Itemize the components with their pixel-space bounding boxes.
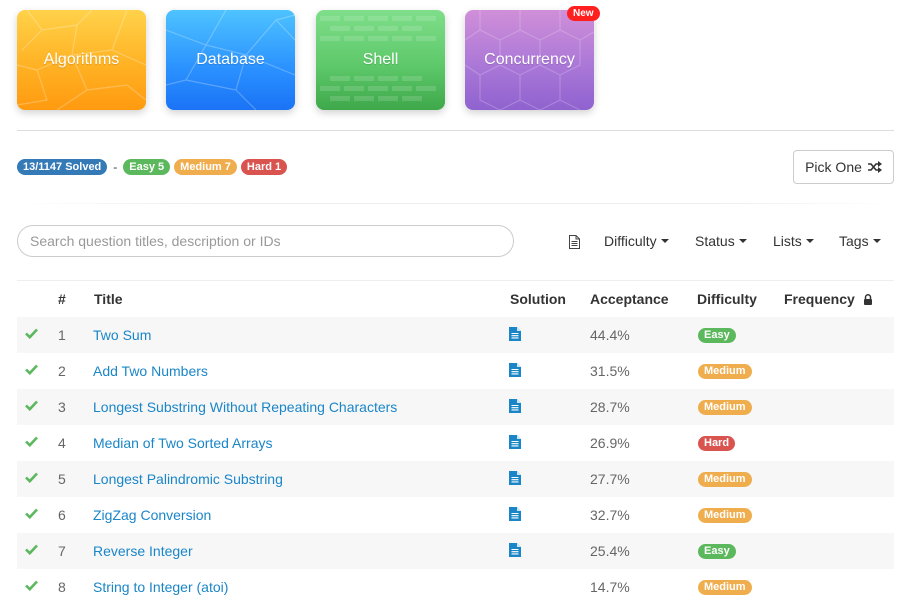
medium-count-badge: Medium 7 <box>174 159 237 175</box>
solution-icon[interactable] <box>509 435 521 449</box>
acceptance-rate: 31.5% <box>590 363 630 379</box>
problem-title-link[interactable]: Add Two Numbers <box>93 363 208 379</box>
header-frequency-label: Frequency <box>784 291 855 307</box>
problem-number: 6 <box>58 507 66 523</box>
status-filter-label: Status <box>695 233 735 249</box>
difficulty-badge: Medium <box>698 580 752 595</box>
card-shell[interactable]: Shell <box>316 10 445 110</box>
card-label: Concurrency <box>484 51 575 68</box>
solved-check-icon <box>25 580 38 591</box>
stats-separator: - <box>113 160 118 174</box>
tags-filter[interactable]: Tags <box>839 233 881 249</box>
table-row: 3 Longest Substring Without Repeating Cha… <box>17 389 894 425</box>
difficulty-badge: Medium <box>698 400 752 415</box>
problem-number: 7 <box>58 543 66 559</box>
table-row: 4 Median of Two Sorted Arrays 26.9% Hard <box>17 425 894 461</box>
card-algorithms[interactable]: Algorithms <box>17 10 146 110</box>
divider <box>17 203 894 204</box>
acceptance-rate: 27.7% <box>590 471 630 487</box>
chevron-down-icon <box>660 239 669 243</box>
problem-number: 4 <box>58 435 66 451</box>
problem-number: 8 <box>58 579 66 595</box>
lock-icon <box>863 294 872 305</box>
search-input[interactable] <box>17 225 514 257</box>
problem-title-link[interactable]: Median of Two Sorted Arrays <box>93 435 273 451</box>
chevron-down-icon <box>872 239 881 243</box>
solved-badge: 13/1147 Solved <box>17 159 108 175</box>
header-frequency: Frequency <box>784 291 873 307</box>
problem-title-link[interactable]: Two Sum <box>93 327 151 343</box>
problem-number: 2 <box>58 363 66 379</box>
difficulty-filter-label: Difficulty <box>604 233 657 249</box>
status-filter[interactable]: Status <box>695 233 747 249</box>
card-label: Shell <box>362 51 399 68</box>
difficulty-badge: Easy <box>698 544 736 559</box>
lists-filter[interactable]: Lists <box>773 233 814 249</box>
problem-title-link[interactable]: Longest Palindromic Substring <box>93 471 283 487</box>
chevron-down-icon <box>805 239 814 243</box>
acceptance-rate: 28.7% <box>590 399 630 415</box>
table-header: # Title Solution Acceptance Difficulty F… <box>17 280 894 318</box>
difficulty-badge: Hard <box>698 436 736 451</box>
new-badge: New <box>567 6 600 21</box>
acceptance-rate: 26.9% <box>590 435 630 451</box>
progress-stats: 13/1147 Solved - Easy 5 Medium 7 Hard 1 <box>17 159 288 175</box>
shuffle-icon <box>867 161 882 173</box>
table-row: 1 Two Sum 44.4% Easy <box>17 317 894 353</box>
solution-icon[interactable] <box>509 471 521 485</box>
table-row: 5 Longest Palindromic Substring 27.7% Mediu… <box>17 461 894 497</box>
problem-number: 5 <box>58 471 66 487</box>
table-row: 2 Add Two Numbers 31.5% Medium <box>17 353 894 389</box>
table-row: 8 String to Integer (atoi) 14.7% Medium <box>17 569 894 605</box>
pick-one-button[interactable]: Pick One <box>793 150 894 184</box>
problem-title-link[interactable]: Longest Substring Without Repeating Char… <box>93 399 397 415</box>
card-label: Algorithms <box>43 51 120 68</box>
solution-icon[interactable] <box>509 363 521 377</box>
easy-count-badge: Easy 5 <box>123 159 171 175</box>
solution-icon[interactable] <box>509 327 521 341</box>
difficulty-badge: Medium <box>698 472 752 487</box>
problem-number: 3 <box>58 399 66 415</box>
hard-count-badge: Hard 1 <box>240 159 288 175</box>
solved-check-icon <box>25 544 38 555</box>
header-solution[interactable]: Solution <box>510 291 566 307</box>
difficulty-badge: Medium <box>698 508 752 523</box>
problem-title-link[interactable]: Reverse Integer <box>93 543 193 559</box>
solution-icon[interactable] <box>509 543 521 557</box>
tags-filter-label: Tags <box>839 233 869 249</box>
solution-icon[interactable] <box>509 399 521 413</box>
solved-check-icon <box>25 400 38 411</box>
card-label: Database <box>196 51 265 68</box>
difficulty-badge: Easy <box>698 328 736 343</box>
solved-check-icon <box>25 472 38 483</box>
header-number[interactable]: # <box>58 291 66 307</box>
table-row: 7 Reverse Integer 25.4% Easy <box>17 533 894 569</box>
chevron-down-icon <box>738 239 747 243</box>
lists-filter-label: Lists <box>773 233 802 249</box>
solved-check-icon <box>25 364 38 375</box>
problem-number: 1 <box>58 327 66 343</box>
acceptance-rate: 25.4% <box>590 543 630 559</box>
solved-check-icon <box>25 328 38 339</box>
table-row: 6 ZigZag Conversion 32.7% Medium <box>17 497 894 533</box>
problem-title-link[interactable]: String to Integer (atoi) <box>93 579 228 595</box>
card-concurrency[interactable]: Concurrency <box>465 10 594 110</box>
difficulty-filter[interactable]: Difficulty <box>604 233 669 249</box>
acceptance-rate: 32.7% <box>590 507 630 523</box>
acceptance-rate: 14.7% <box>590 579 630 595</box>
pick-one-label: Pick One <box>805 159 862 175</box>
acceptance-rate: 44.4% <box>590 327 630 343</box>
solved-check-icon <box>25 436 38 447</box>
header-title[interactable]: Title <box>94 291 123 307</box>
solution-icon[interactable] <box>509 507 521 521</box>
card-database[interactable]: Database <box>166 10 295 110</box>
problem-title-link[interactable]: ZigZag Conversion <box>93 507 211 523</box>
problem-table: 1 Two Sum 44.4% Easy 2 Add Two Numbers 31.5% Me… <box>17 317 894 605</box>
difficulty-badge: Medium <box>698 364 752 379</box>
solved-check-icon <box>25 508 38 519</box>
header-acceptance[interactable]: Acceptance <box>590 291 669 307</box>
header-difficulty[interactable]: Difficulty <box>697 291 757 307</box>
divider <box>17 130 894 131</box>
document-icon[interactable] <box>569 235 580 249</box>
